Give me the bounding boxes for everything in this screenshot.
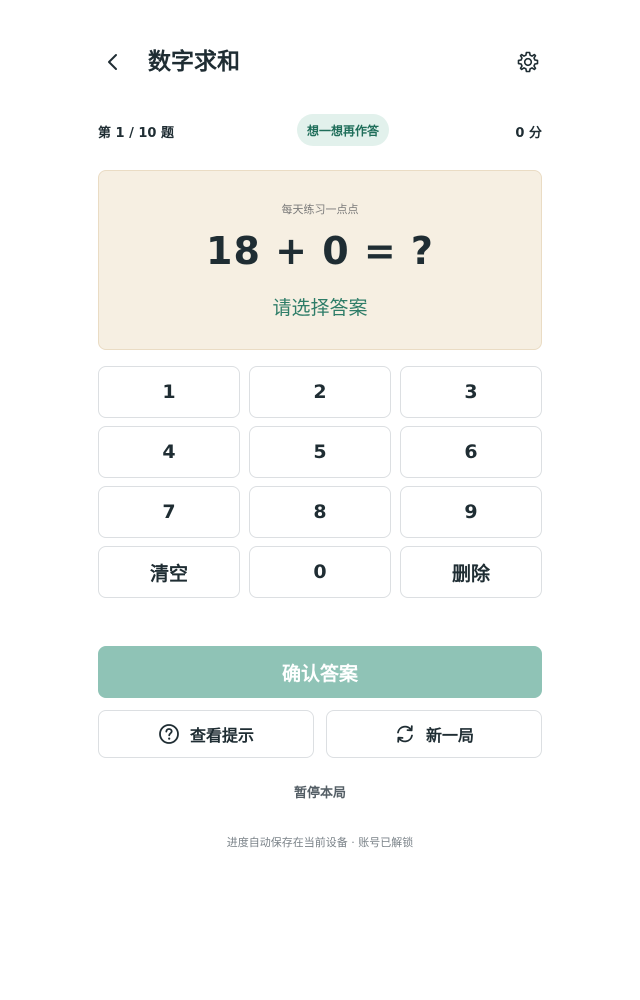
status-bar: 第 1 / 10 题 想一想再作答 0 分	[98, 114, 542, 146]
page-title: 数字求和	[148, 49, 240, 75]
new-game-label: 新一局	[425, 726, 474, 745]
question-subtitle: 每天练习一点点	[281, 203, 359, 216]
question-expression: 18 + 0 = ?	[206, 229, 434, 273]
key-6[interactable]: 6	[400, 426, 542, 478]
app-header: 数字求和	[98, 40, 542, 84]
pause-game-link[interactable]: 暂停本局	[0, 782, 640, 801]
key-0[interactable]: 0	[249, 546, 391, 598]
footer-note: 进度自动保存在当前设备 · 账号已解锁	[226, 836, 414, 849]
question-card: 每天练习一点点 18 + 0 = ? 请选择答案	[98, 170, 542, 350]
answer-prompt: 请选择答案	[272, 297, 368, 319]
gear-icon	[517, 51, 539, 73]
score-display: 0 分	[515, 126, 542, 141]
status-badge: 想一想再作答	[297, 114, 390, 146]
number-keypad: 1 2 3 4 5 6 7 8 9 清空 0 删除	[98, 366, 542, 598]
key-3[interactable]: 3	[400, 366, 542, 418]
key-1[interactable]: 1	[98, 366, 240, 418]
show-hint-button[interactable]: 查看提示	[98, 710, 314, 758]
new-game-button[interactable]: 新一局	[326, 710, 542, 758]
key-5[interactable]: 5	[249, 426, 391, 478]
confirm-answer-button[interactable]: 确认答案	[98, 646, 542, 698]
refresh-icon	[397, 725, 413, 743]
chevron-left-icon	[108, 54, 117, 70]
settings-button[interactable]	[514, 48, 542, 76]
key-4[interactable]: 4	[98, 426, 240, 478]
key-7[interactable]: 7	[98, 486, 240, 538]
clear-button[interactable]: 清空	[98, 546, 240, 598]
show-hint-label: 查看提示	[189, 726, 254, 745]
key-9[interactable]: 9	[400, 486, 542, 538]
key-8[interactable]: 8	[249, 486, 391, 538]
key-2[interactable]: 2	[249, 366, 391, 418]
progress-indicator: 第 1 / 10 题	[98, 126, 174, 141]
question-circle-icon	[159, 724, 179, 744]
delete-button[interactable]: 删除	[400, 546, 542, 598]
back-button[interactable]	[98, 48, 128, 76]
